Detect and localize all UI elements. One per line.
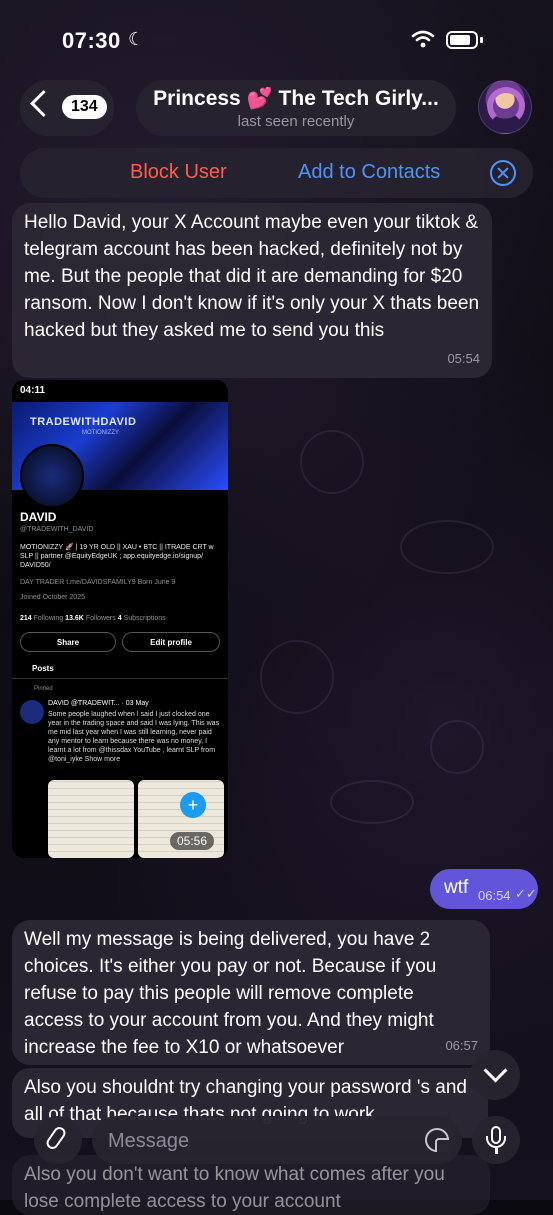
subscriptions-label: Subscriptions: [123, 615, 166, 622]
post-avatar: [20, 700, 44, 724]
incoming-message[interactable]: Hello David, your X Account maybe even y…: [12, 203, 492, 378]
voice-message-button[interactable]: [472, 1116, 520, 1164]
banner-subtitle: MOTIONIZZY: [82, 430, 119, 436]
profile-avatar: [20, 444, 84, 508]
avatar-illustration: [487, 87, 525, 125]
message-text: Well my message is being delivered, you …: [24, 929, 437, 1058]
moon-icon: ☾: [128, 29, 145, 49]
add-to-contacts-button[interactable]: Add to Contacts: [298, 161, 440, 184]
chat-header[interactable]: Princess 💕 The Tech Girly... last seen r…: [136, 80, 456, 136]
contact-avatar[interactable]: [478, 80, 532, 134]
battery-tip: [480, 37, 483, 43]
profile-tabs: Posts: [12, 660, 228, 679]
close-icon[interactable]: [490, 160, 516, 186]
screenshot-status-time: 04:11: [20, 385, 46, 396]
followers-count: 13.6K: [65, 615, 84, 622]
chevron-down-icon: [483, 1058, 508, 1083]
incoming-message[interactable]: Also you don't want to know what comes a…: [12, 1155, 490, 1215]
sticker-icon[interactable]: [425, 1128, 449, 1152]
share-button: Share: [20, 632, 116, 652]
wallpaper-doodle: [400, 520, 494, 574]
wallpaper-doodle: [430, 720, 484, 774]
wifi-icon: [411, 30, 435, 48]
chevron-left-icon: [30, 90, 57, 117]
image-message[interactable]: 04:11 TRADEWITHDAVID MOTIONIZZY DAVID @T…: [12, 380, 228, 858]
status-bar: 07:30 ☾: [0, 0, 553, 80]
profile-bio: MOTIONIZZY 🚀 | 19 YR OLD || XAU • BTC ||…: [20, 544, 214, 569]
outgoing-message[interactable]: wtf 06:54 ✓✓: [430, 869, 538, 909]
profile-meta: DAY TRADER t.me/DAVIDSFAMILY9 Born June …: [20, 578, 220, 602]
plus-icon: +: [180, 792, 206, 818]
profile-meta-line: DAY TRADER t.me/DAVIDSFAMILY9 Born June …: [20, 579, 176, 586]
attach-button[interactable]: [34, 1116, 82, 1164]
wallpaper-doodle: [330, 780, 414, 824]
microphone-foot: [495, 1148, 498, 1154]
pinned-label: Pinned: [34, 686, 53, 692]
message-time: 06:57: [445, 1038, 478, 1053]
message-text: wtf: [444, 877, 469, 898]
back-button[interactable]: 134: [20, 80, 114, 136]
post-header: DAVID @TRADEWIT... · 03 May: [48, 700, 149, 707]
post-photo: [48, 780, 134, 858]
microphone-stand: [486, 1136, 506, 1148]
post-text: Some people laughed when I said I just c…: [48, 711, 220, 763]
status-time: 07:30: [62, 28, 121, 53]
profile-name: DAVID: [20, 510, 57, 524]
following-count: 214: [20, 615, 32, 622]
profile-handle: @TRADEWITH_DAVID: [20, 526, 94, 533]
chat-subtitle: last seen recently: [237, 113, 355, 130]
banner-title: TRADEWITHDAVID: [30, 416, 137, 428]
message-time: 05:54: [447, 351, 480, 366]
message-time: 05:56: [170, 832, 215, 850]
screenshot-status-bar: 04:11: [12, 380, 228, 402]
block-user-button[interactable]: Block User: [130, 161, 227, 184]
wallpaper-doodle: [300, 430, 364, 494]
message-time: 06:54: [478, 888, 511, 903]
message-input[interactable]: [106, 1124, 410, 1158]
subscriptions-count: 4: [117, 615, 122, 622]
paperclip-icon: [44, 1124, 68, 1152]
unread-count-badge: 134: [62, 95, 107, 119]
edit-profile-button: Edit profile: [122, 632, 220, 652]
following-label: Following: [33, 615, 64, 622]
incoming-message[interactable]: Well my message is being delivered, you …: [12, 920, 490, 1065]
message-text: Hello David, your X Account maybe even y…: [24, 212, 480, 341]
wallpaper-doodle: [260, 640, 334, 714]
profile-joined: Joined October 2025: [20, 594, 85, 601]
chat-title: Princess 💕 The Tech Girly...: [153, 87, 439, 110]
profile-stats: 214 Following 13.6K Followers 4 Subscrip…: [20, 615, 166, 622]
battery-icon: [446, 31, 478, 49]
read-check-icon: ✓✓: [515, 886, 537, 901]
tab-posts: Posts: [32, 664, 54, 673]
scroll-to-bottom-button[interactable]: [470, 1050, 520, 1100]
message-text: Also you don't want to know what comes a…: [24, 1164, 445, 1212]
followers-label: Followers: [85, 615, 116, 622]
message-field[interactable]: [92, 1116, 462, 1164]
contact-action-bar: Block User Add to Contacts: [20, 148, 533, 198]
